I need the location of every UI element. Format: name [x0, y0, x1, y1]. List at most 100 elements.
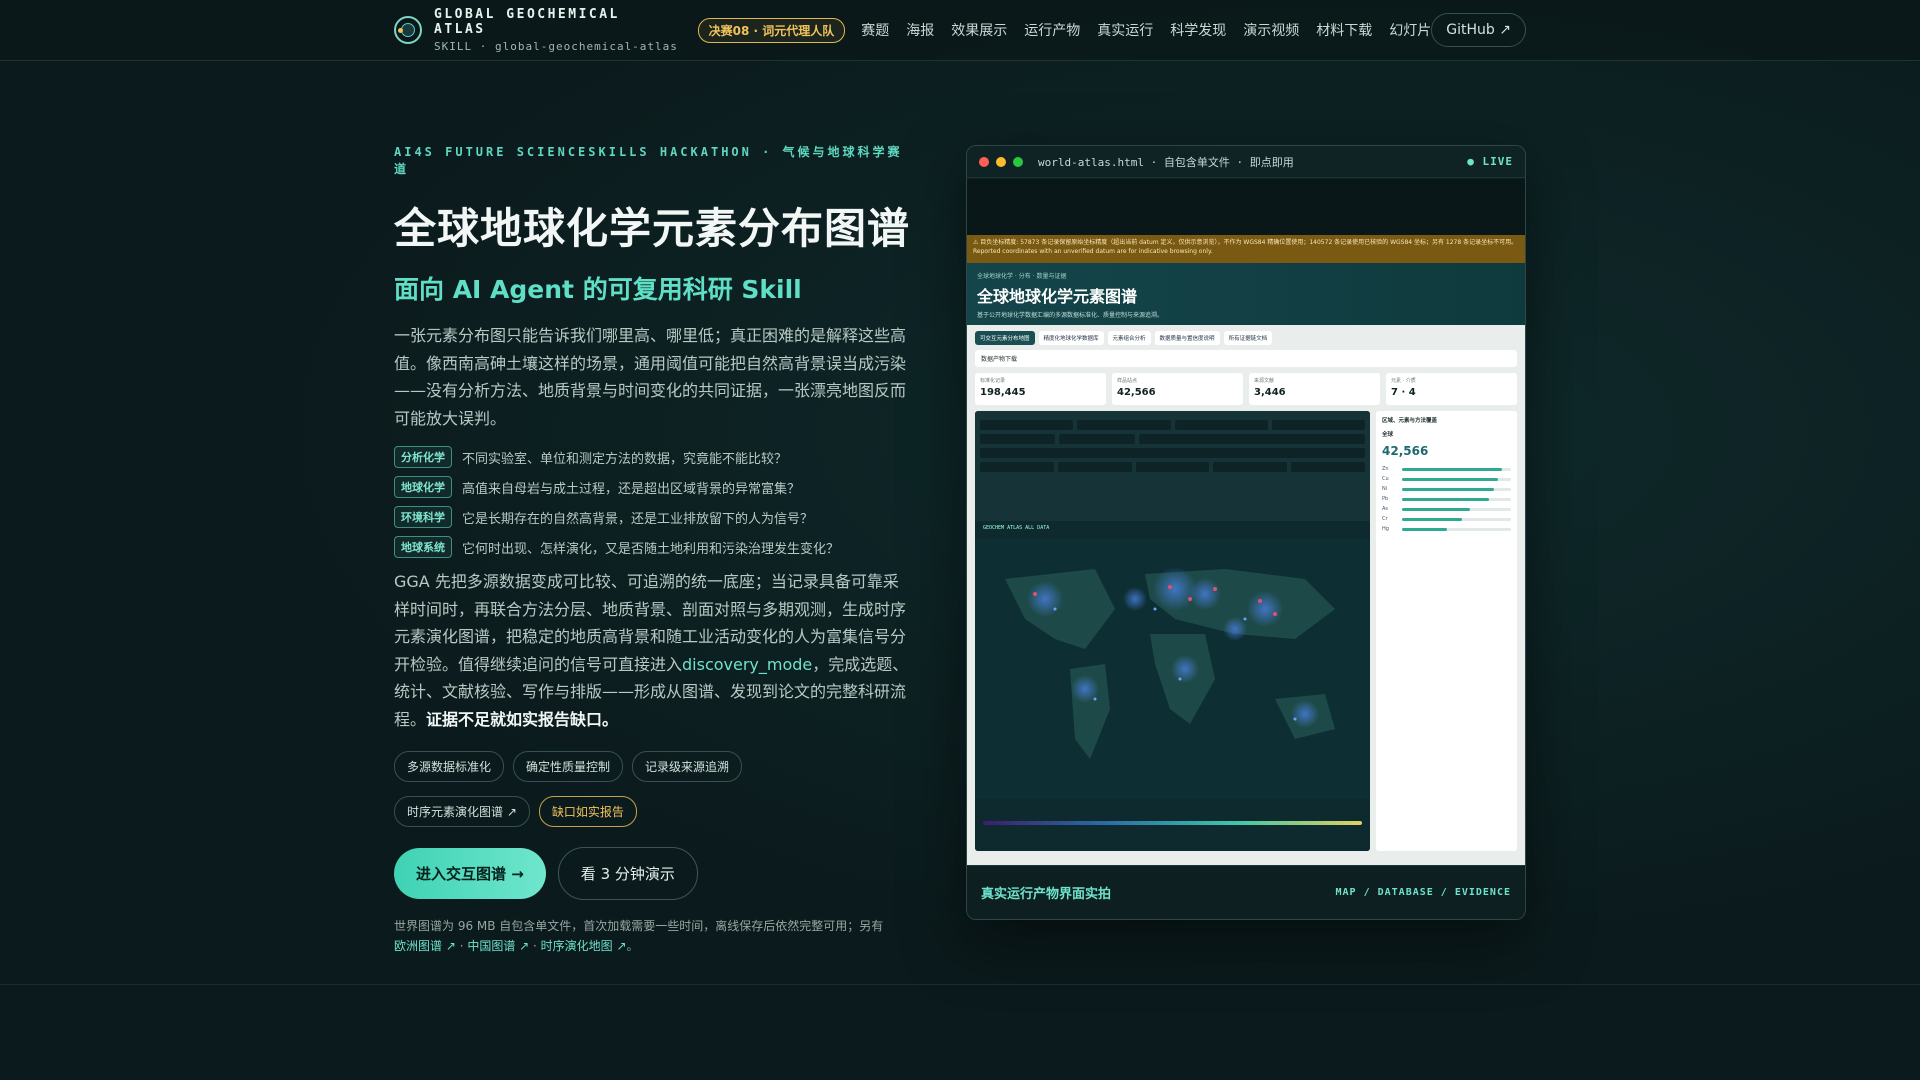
hero-intro: 一张元素分布图只能告诉我们哪里高、哪里低；真正困难的是解释这些高值。像西南高砷土…: [394, 326, 907, 428]
stat-label: 来源文献: [1254, 378, 1275, 384]
window-titlebar: world-atlas.html · 自包含单文件 · 即点即用 ● LIVE: [967, 146, 1525, 178]
map-and-side: GEOCHEM ATLAS ALL DATA 区域、元素与方法覆盖 全球 42,…: [975, 411, 1517, 851]
top-nav: GLOBAL GEOCHEMICAL ATLAS SKILL · global-…: [0, 0, 1920, 61]
coverage-panel: 区域、元素与方法覆盖 全球 42,566 Zn Cu Ni Pb As Cr Hg: [1376, 411, 1517, 851]
app-tab: 所有证据链文档: [1223, 331, 1273, 345]
nav-link-slides[interactable]: 幻灯片: [1389, 20, 1431, 40]
world-map-svg: [975, 539, 1370, 799]
app-screenshot[interactable]: ⚠ 目负坐标精度: 57873 条记录保留原始坐标精度（超出当前 datum 定…: [967, 179, 1525, 867]
element-bar-row: Cr: [1382, 516, 1511, 522]
app-tab: 精度化地球化学数据库: [1038, 331, 1104, 345]
footnote-separator: ·: [529, 939, 541, 953]
temporal-map-link[interactable]: 时序演化地图 ↗: [541, 939, 627, 953]
stat-card: 样品站点 42,566: [1112, 373, 1243, 405]
element-bar-label: Hg: [1382, 526, 1389, 532]
question-text: 它是长期存在的自然高背景，还是工业排放留下的人为信号？: [462, 511, 814, 527]
coverage-value: 42,566: [1382, 444, 1429, 458]
element-bar-label: Cu: [1382, 476, 1389, 482]
element-bar-label: Zn: [1382, 466, 1389, 472]
enter-atlas-button[interactable]: 进入交互图谱 →: [394, 848, 546, 899]
hero-subtitle: 面向 AI Agent 的可复用科研 Skill: [394, 275, 802, 304]
element-bar-row: As: [1382, 506, 1511, 512]
stat-value: 198,445: [980, 387, 1026, 398]
coverage-title: 区域、元素与方法覆盖: [1382, 418, 1438, 424]
window-tags: MAP / DATABASE / EVIDENCE: [1335, 887, 1511, 898]
app-tab: 数据质量与置信度说明: [1154, 331, 1220, 345]
element-bar-label: Ni: [1382, 486, 1388, 492]
nav-link-poster[interactable]: 海报: [906, 20, 934, 40]
github-button[interactable]: GitHub ↗: [1431, 13, 1526, 47]
hero-section: AI4S FUTURE SCIENCESKILLS HACKATHON · 气候…: [394, 143, 914, 956]
element-bar-fill: [1402, 517, 1462, 521]
element-bar-track: [1402, 497, 1511, 501]
chip-standardization: 多源数据标准化: [394, 751, 505, 782]
element-bar-track: [1402, 487, 1511, 491]
coordinate-warning: ⚠ 目负坐标精度: 57873 条记录保留原始坐标精度（超出当前 datum 定…: [967, 235, 1525, 263]
brand-title: GLOBAL GEOCHEMICAL ATLAS: [434, 7, 620, 37]
element-bar-track: [1402, 477, 1511, 481]
element-bar-fill: [1402, 507, 1470, 511]
discipline-tag: 地球化学: [394, 476, 452, 498]
coverage-scope: 全球: [1382, 432, 1394, 438]
section-divider: [0, 984, 1920, 985]
question-text: 它何时出现、怎样演化，又是否随土地利用和污染治理发生变化？: [462, 541, 840, 557]
window-caption: 真实运行产物界面实拍: [981, 887, 1112, 902]
map-controls: [975, 411, 1370, 521]
chip-temporal-atlas-link[interactable]: 时序元素演化图谱 ↗: [394, 796, 530, 827]
element-bar-row: Zn: [1382, 466, 1511, 472]
world-map: [975, 539, 1370, 799]
element-bar-track: [1402, 467, 1511, 471]
element-bar-label: As: [1382, 506, 1389, 512]
feature-chips: 多源数据标准化 确定性质量控制 记录级来源追溯: [394, 751, 914, 782]
element-bar-row: Cu: [1382, 476, 1511, 482]
discovery-mode-link[interactable]: discovery_mode: [682, 655, 812, 674]
final-badge: 决赛08 · 词元代理人队: [697, 17, 846, 43]
element-bar-fill: [1402, 477, 1498, 481]
atlas-logo-icon[interactable]: [394, 16, 422, 44]
hero-title: 全球地球化学元素分布图谱: [394, 204, 911, 253]
map-panel: GEOCHEM ATLAS ALL DATA: [975, 411, 1370, 851]
watch-demo-button[interactable]: 看 3 分钟演示: [557, 847, 698, 900]
window-footer: 真实运行产物界面实拍 MAP / DATABASE / EVIDENCE: [967, 865, 1525, 919]
map-legend: [975, 799, 1370, 851]
nav-link-artifacts[interactable]: 运行产物: [1024, 20, 1080, 40]
app-description: 基于公开地球化学数据汇编的多源数据标准化、质量控制与来源追溯。: [977, 312, 1164, 319]
stat-label: 样品站点: [1117, 378, 1138, 384]
footnote-separator: ·: [455, 939, 468, 953]
element-bar-row: Pb: [1382, 496, 1511, 502]
nav-link-topic[interactable]: 赛题: [861, 20, 889, 40]
chip-quality-control: 确定性质量控制: [513, 751, 624, 782]
nav-link-live-run[interactable]: 真实运行: [1097, 20, 1153, 40]
discipline-tag: 地球系统: [394, 536, 452, 558]
question-list: 分析化学 不同实验室、单位和测定方法的数据，究竟能不能比较？ 地球化学 高值来自…: [394, 446, 914, 558]
stat-card: 标准化记录 198,445: [975, 373, 1106, 405]
app-body: 可交互元素分布地图 精度化地球化学数据库 元素组合分析 数据质量与置信度说明 所…: [967, 325, 1525, 867]
nav-link-discovery[interactable]: 科学发现: [1170, 20, 1226, 40]
nav-link-downloads[interactable]: 材料下载: [1316, 20, 1372, 40]
hero-body-emphasis: 证据不足就如实报告缺口。: [426, 709, 619, 729]
app-tab: 元素组合分析: [1107, 331, 1151, 345]
element-bars: Zn Cu Ni Pb As Cr Hg: [1382, 466, 1511, 532]
element-bar-label: Cr: [1382, 516, 1388, 522]
question-item: 地球系统 它何时出现、怎样演化，又是否随土地利用和污染治理发生变化？: [394, 536, 914, 558]
china-atlas-link[interactable]: 中国图谱 ↗: [467, 939, 529, 953]
element-bar-track: [1402, 507, 1511, 511]
app-eyebrow: 全球地球化学 · 分布 · 数量与证据: [977, 273, 1067, 280]
nav-link-video[interactable]: 演示视频: [1243, 20, 1299, 40]
element-bar-row: Ni: [1382, 486, 1511, 492]
footnote-end: 。: [626, 939, 639, 953]
app-header: 全球地球化学 · 分布 · 数量与证据 全球地球化学元素图谱 基于公开地球化学数…: [967, 263, 1525, 325]
nav-link-showcase[interactable]: 效果展示: [951, 20, 1007, 40]
stat-cards: 标准化记录 198,445 样品站点 42,566 来源文献 3,446 元素 …: [975, 373, 1517, 405]
element-bar-row: Hg: [1382, 526, 1511, 532]
question-item: 地球化学 高值来自母岩与成土过程，还是超出区域背景的异常富集？: [394, 476, 914, 498]
chip-provenance: 记录级来源追溯: [632, 751, 743, 782]
europe-atlas-link[interactable]: 欧洲图谱 ↗: [394, 939, 456, 953]
brand[interactable]: GLOBAL GEOCHEMICAL ATLAS SKILL · global-…: [434, 7, 682, 53]
hero-eyebrow: AI4S FUTURE SCIENCESKILLS HACKATHON · 气候…: [394, 145, 903, 176]
minimize-dot-icon: [996, 156, 1006, 167]
live-indicator: ● LIVE: [1467, 155, 1513, 168]
nav-links: 赛题 海报 效果展示 运行产物 真实运行 科学发现 演示视频 材料下载 幻灯片: [861, 20, 1431, 40]
question-text: 高值来自母岩与成土过程，还是超出区域背景的异常富集？: [462, 481, 801, 497]
element-bar-fill: [1402, 527, 1447, 531]
